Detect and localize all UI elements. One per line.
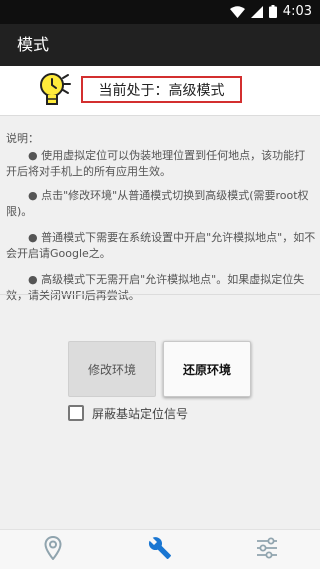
checkbox-label: 屏蔽基站定位信号	[92, 406, 189, 421]
status-time: 4:03	[282, 4, 312, 19]
battery-icon	[268, 3, 277, 22]
wifi-icon	[229, 3, 245, 22]
checkbox[interactable]	[68, 405, 84, 421]
nav-item-settings[interactable]	[107, 530, 213, 569]
description-panel: 说明： ● 使用虚拟定位可以伪装地理位置到任何地点，该功能打开后将对手机上的所有…	[0, 117, 320, 302]
nav-item-filters[interactable]	[214, 530, 320, 569]
restore-environment-button[interactable]: 还原环境	[163, 341, 251, 397]
description-item: ● 点击"修改环境"从普通模式切换到高级模式(需要root权限)。	[6, 189, 309, 218]
block-cell-location-option[interactable]: 屏蔽基站定位信号	[68, 403, 188, 423]
divider	[0, 294, 320, 295]
description-title: 说明：	[6, 132, 39, 145]
page-title: 模式	[17, 35, 50, 54]
nav-item-location[interactable]	[0, 530, 106, 569]
lightbulb-icon	[38, 71, 74, 111]
status-icons: 4:03	[229, 3, 312, 22]
signal-icon	[250, 3, 263, 22]
mode-header: 当前处于：高级模式	[0, 66, 320, 116]
current-mode-badge: 当前处于：高级模式	[81, 76, 242, 103]
location-pin-icon	[44, 535, 62, 564]
description-item: ● 高级模式下无需开启"允许模拟地点"。如果虚拟定位失效，请关闭WIFI后再尝试…	[6, 273, 305, 302]
sliders-icon	[256, 537, 278, 563]
bottom-nav	[0, 529, 320, 569]
modify-environment-button[interactable]: 修改环境	[68, 341, 156, 397]
description-item: ● 普通模式下需要在系统设置中开启"允许模拟地点"，如不会开启请Google之。	[6, 231, 316, 260]
description-item: ● 使用虚拟定位可以伪装地理位置到任何地点，该功能打开后将对手机上的所有应用生效…	[6, 149, 306, 178]
app-bar: 模式	[0, 24, 320, 66]
wrench-icon	[148, 536, 172, 564]
status-bar: 4:03	[0, 0, 320, 24]
